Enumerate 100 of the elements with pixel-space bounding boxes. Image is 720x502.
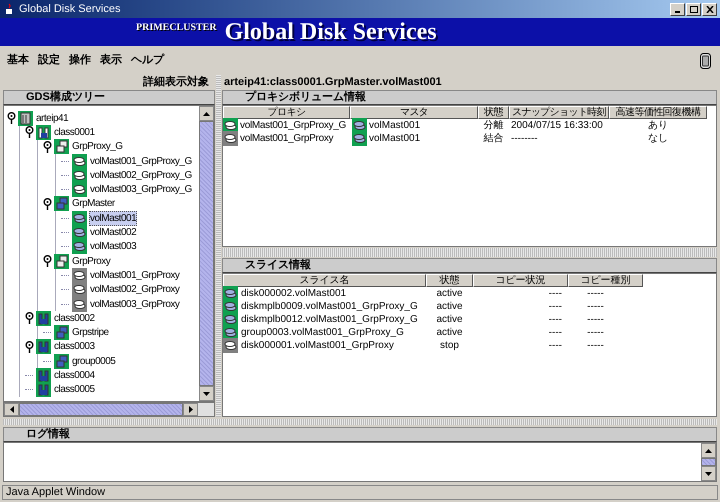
expanded-toggle-icon[interactable]: [42, 198, 52, 210]
volume-icon: [72, 239, 87, 254]
menu-item[interactable]: 設定: [38, 52, 60, 69]
right-arrow-icon[interactable]: [188, 406, 192, 413]
tree-node[interactable]: GrpMaster: [71, 196, 116, 212]
expanded-toggle-icon[interactable]: [24, 340, 34, 353]
table-cell-text: active: [435, 313, 464, 326]
expanded-toggle-icon[interactable]: [42, 255, 52, 268]
menu-item[interactable]: ヘルプ: [131, 52, 164, 69]
column-header[interactable]: マスタ: [350, 106, 478, 119]
expanded-toggle-icon[interactable]: [24, 126, 34, 138]
column-header[interactable]: スライス名: [223, 274, 426, 287]
tree-node[interactable]: group0005: [71, 354, 116, 369]
tree-node[interactable]: volMast002_GrpProxy: [89, 282, 180, 298]
up-arrow-icon[interactable]: [705, 448, 712, 452]
maximize-button[interactable]: [686, 2, 701, 16]
tree-node[interactable]: volMast003_GrpProxy_G: [89, 182, 193, 198]
column-header[interactable]: 状態: [478, 106, 509, 119]
down-arrow-icon[interactable]: [203, 392, 210, 396]
volume-icon: [72, 225, 87, 240]
tree-node[interactable]: volMast003: [89, 239, 138, 254]
tree-node[interactable]: volMast001_GrpProxy: [89, 268, 180, 283]
column-header[interactable]: 状態: [426, 274, 473, 287]
column-header[interactable]: コピー状況: [473, 274, 568, 287]
down-arrow-icon[interactable]: [705, 472, 712, 476]
status-bar: Java Applet Window: [2, 485, 718, 500]
tree-node[interactable]: GrpProxy_G: [71, 139, 124, 154]
master-name: volMast001: [369, 132, 420, 145]
table-cell-text: 分離: [482, 119, 504, 132]
group-icon: [54, 325, 69, 340]
table-cell-text: ----: [548, 326, 563, 339]
table-cell-text: 2004/07/15 16:33:00: [510, 119, 604, 132]
expanded-toggle-icon[interactable]: [24, 312, 34, 324]
table-cell-text: 結合: [482, 132, 504, 145]
menu-item[interactable]: 基本: [7, 52, 29, 69]
table-cell-text: --------: [510, 132, 539, 145]
vertical-scrollbar[interactable]: [701, 443, 716, 481]
section-header: プロキシボリューム情報: [222, 90, 717, 105]
master-name: volMast001: [369, 119, 420, 132]
tree-node[interactable]: class0004: [53, 368, 96, 383]
tree-node[interactable]: arteip41: [35, 110, 70, 126]
table-cell-text: ----: [548, 300, 563, 313]
up-arrow-icon[interactable]: [203, 112, 210, 116]
column-header[interactable]: プロキシ: [223, 106, 350, 119]
column-header[interactable]: コピー種別: [568, 274, 643, 287]
group-icon: [54, 139, 69, 154]
table-cell-text: active: [435, 287, 464, 300]
menu-item[interactable]: 操作: [69, 52, 91, 69]
column-header[interactable]: 高速等価性回復機構: [609, 106, 707, 119]
table-cell-text: あり: [647, 119, 669, 132]
slice-name: diskmplb0009.volMast001_GrpProxy_G: [241, 300, 418, 313]
menu-item[interactable]: 表示: [100, 52, 122, 69]
proxy-name: volMast001_GrpProxy_G: [240, 119, 346, 132]
window-title: Global Disk Services: [19, 2, 120, 17]
table-cell-text: ----: [548, 339, 563, 352]
volume-icon: [72, 268, 87, 283]
selection-path: arteip41:class0001.GrpMaster.volMast001: [223, 75, 443, 90]
group-icon: [54, 354, 69, 369]
tree-node[interactable]: class0005: [53, 382, 96, 398]
expanded-toggle-icon[interactable]: [6, 112, 16, 124]
tree-node[interactable]: volMast003_GrpProxy: [89, 296, 180, 312]
tree-node[interactable]: volMast002_GrpProxy_G: [89, 168, 193, 183]
slice-name: diskmplb0012.volMast001_GrpProxy_G: [241, 313, 418, 326]
tree-node[interactable]: volMast001_GrpProxy_G: [89, 154, 193, 169]
table-cell-text: ----: [548, 313, 563, 326]
banner-title: Global Disk Services: [224, 19, 437, 45]
panel-heading: 詳細表示対象: [142, 75, 210, 90]
tree-node[interactable]: class0002: [53, 310, 96, 326]
group-icon: [54, 254, 69, 269]
table-cell-text: -----: [586, 287, 605, 300]
proxy-name: volMast001_GrpProxy: [240, 132, 334, 145]
app-icon: [3, 3, 15, 15]
volume-icon: [72, 154, 87, 169]
tree-node[interactable]: volMast002: [89, 225, 138, 240]
close-button[interactable]: [702, 2, 717, 16]
table-cell-text: -----: [586, 326, 605, 339]
horizontal-scrollbar[interactable]: [3, 402, 215, 417]
slice-name: group0003.volMast001_GrpProxy_G: [241, 326, 404, 339]
table-cell-text: active: [435, 326, 464, 339]
vertical-scrollbar[interactable]: [199, 106, 214, 401]
table-cell-text: -----: [586, 313, 605, 326]
column-header[interactable]: スナップショット時刻: [509, 106, 609, 119]
tree-node[interactable]: GrpProxy: [71, 254, 112, 269]
tree-node[interactable]: class0001: [53, 124, 96, 140]
brand-text: PRIMECLUSTER: [136, 21, 217, 35]
section-header: GDS構成ツリー: [3, 90, 215, 105]
table-cell-text: ----: [548, 287, 563, 300]
table-cell-text: active: [435, 300, 464, 313]
close-icon: [706, 6, 714, 12]
section-header: スライス情報: [222, 258, 717, 273]
expanded-toggle-icon[interactable]: [42, 140, 52, 153]
tree-node[interactable]: Grpstripe: [71, 325, 110, 340]
left-arrow-icon[interactable]: [10, 406, 14, 413]
volume-icon: [72, 296, 87, 312]
volume-icon: [72, 168, 87, 183]
volume-icon: [72, 182, 87, 198]
tree-node[interactable]: volMast001: [89, 210, 138, 226]
tree-node[interactable]: class0003: [53, 339, 96, 354]
volume-icon: [352, 131, 367, 146]
minimize-button[interactable]: [670, 2, 685, 16]
